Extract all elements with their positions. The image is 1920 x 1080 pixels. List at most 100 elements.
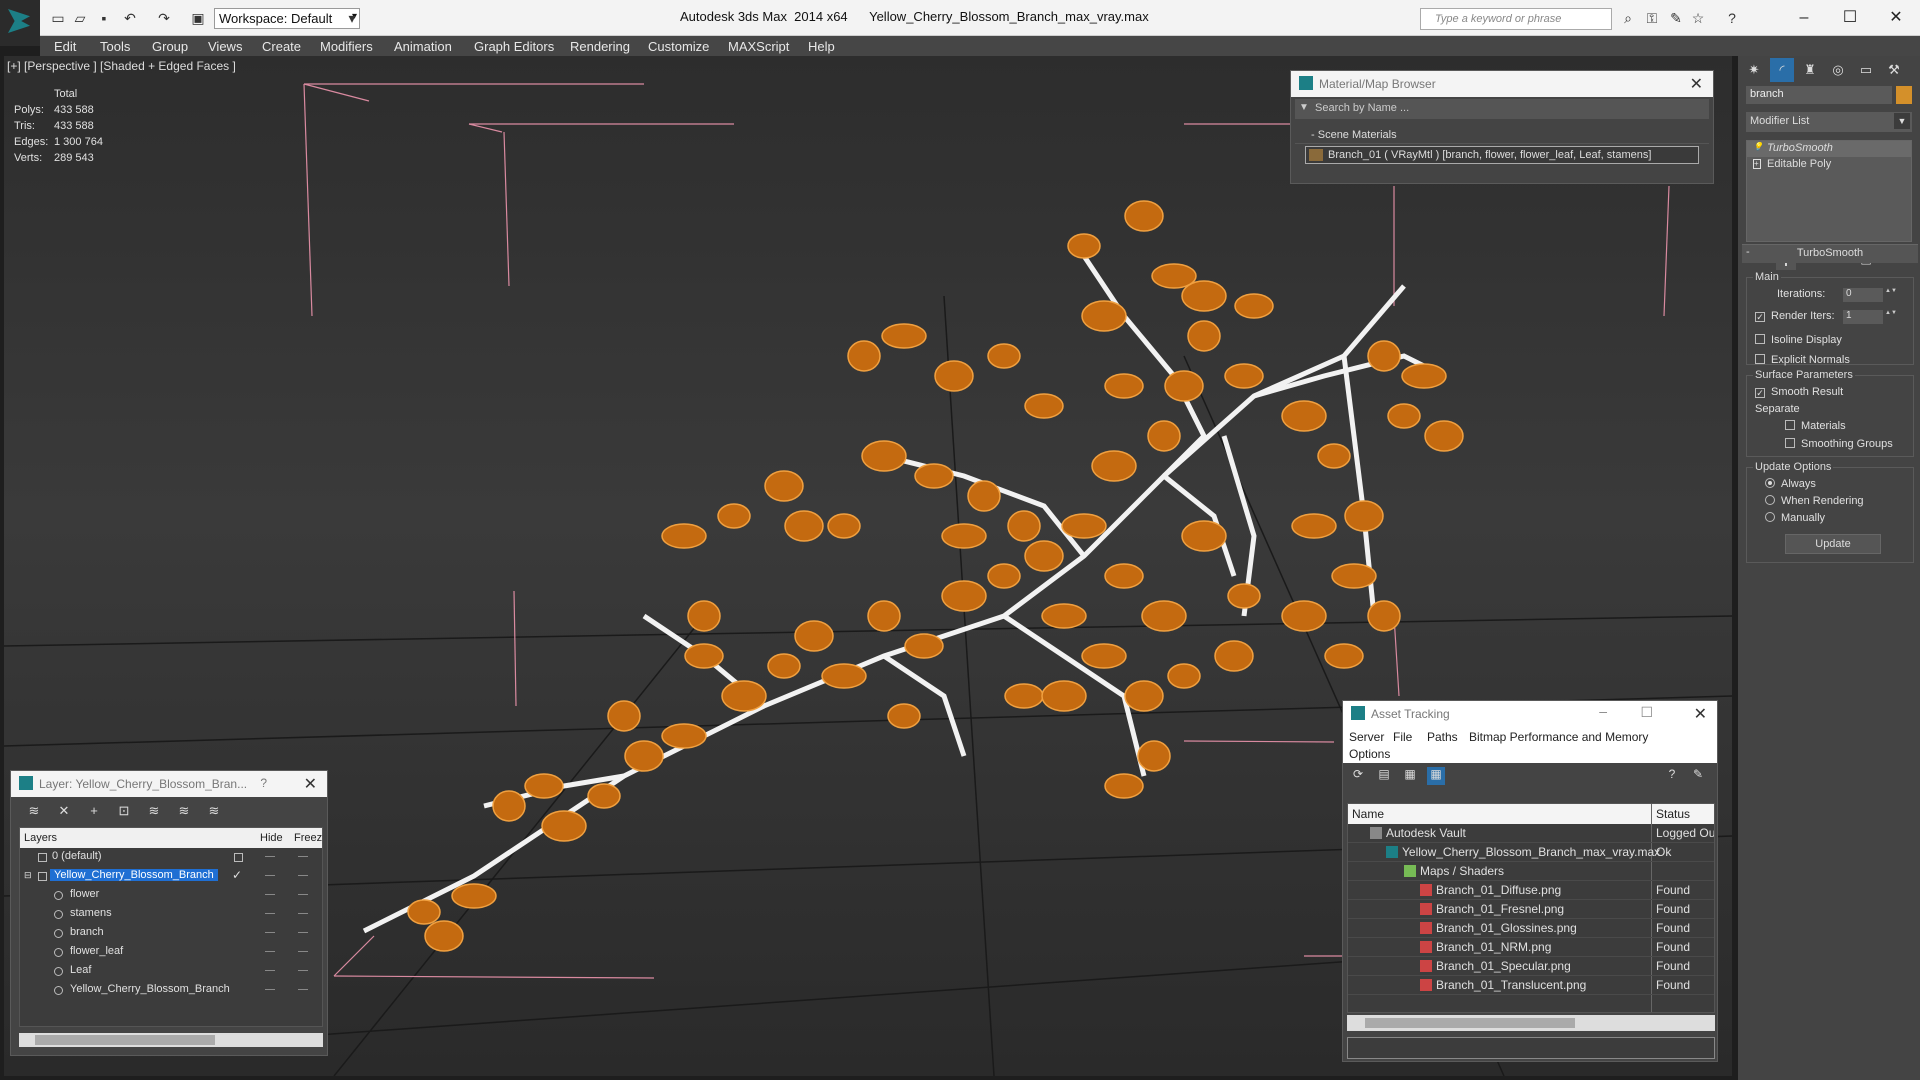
hide-toggle[interactable] [265, 932, 275, 933]
menu-views[interactable]: Views [208, 39, 242, 54]
menu-rendering[interactable]: Rendering [570, 39, 630, 54]
checkmark-icon[interactable]: ✓ [232, 868, 242, 882]
freeze-toggle[interactable] [298, 894, 308, 895]
list-view-icon[interactable]: ▤ [1375, 767, 1393, 785]
update-when-rendering-radio[interactable]: When Rendering [1765, 495, 1864, 507]
spinner-arrows-icon[interactable]: ▲▼ [1885, 288, 1897, 302]
thumbnail-view-icon[interactable]: ▦ [1401, 767, 1419, 785]
asset-row[interactable]: Branch_01_Translucent.png Found [1348, 976, 1714, 995]
checkbox-icon[interactable] [1785, 420, 1795, 430]
lightbulb-icon[interactable]: 💡 [1753, 143, 1763, 153]
layer-row[interactable]: Leaf [20, 962, 322, 981]
update-manually-radio[interactable]: Manually [1765, 512, 1825, 524]
hide-all-icon[interactable]: ≋ [175, 803, 193, 821]
minimize-button[interactable]: – [1782, 4, 1826, 32]
minimize-button[interactable]: – [1599, 703, 1607, 719]
collapse-icon[interactable]: ⊟ [24, 870, 33, 880]
modifier-list-dropdown[interactable]: Modifier List ▼ [1746, 112, 1912, 132]
update-button[interactable]: Update [1785, 534, 1881, 554]
menu-help[interactable]: Help [808, 39, 835, 54]
close-icon[interactable]: ✕ [1694, 704, 1707, 724]
hierarchy-tab-icon[interactable]: ♜ [1798, 58, 1822, 82]
table-view-icon[interactable]: ▦ [1427, 767, 1445, 785]
highlight-layer-icon[interactable]: ≋ [145, 803, 163, 821]
maximize-button[interactable]: ☐ [1640, 704, 1653, 721]
app-logo[interactable] [0, 0, 40, 46]
chevron-down-icon[interactable]: ▼ [1299, 102, 1309, 113]
freeze-toggle[interactable] [298, 970, 308, 971]
radio-icon[interactable] [1765, 512, 1775, 522]
close-icon[interactable]: ✕ [1690, 74, 1703, 94]
layer-explorer-titlebar[interactable]: Layer: Yellow_Cherry_Blossom_Bran...? ✕ [11, 771, 327, 797]
utilities-tab-icon[interactable]: ⚒ [1882, 58, 1906, 82]
freeze-toggle[interactable] [298, 932, 308, 933]
asset-menu-bitmap[interactable]: Bitmap Performance and Memory [1469, 730, 1648, 744]
asset-path-field[interactable] [1347, 1037, 1715, 1059]
freeze-toggle[interactable] [298, 856, 308, 857]
col-hide[interactable]: Hide [260, 832, 283, 844]
key-icon[interactable]: ⚿ [1644, 10, 1660, 26]
quick-access-menu-icon[interactable]: ▾ [344, 10, 360, 26]
checkbox-checked-icon[interactable]: ✓ [1755, 388, 1765, 398]
help-icon[interactable]: ? [1724, 10, 1740, 26]
asset-row[interactable]: Maps / Shaders [1348, 862, 1714, 881]
col-freeze[interactable]: Freez [294, 832, 322, 844]
material-item[interactable]: Branch_01 ( VRayMtl ) [branch, flower, f… [1305, 146, 1699, 164]
material-search-input[interactable]: ▼ Search by Name ... [1295, 99, 1709, 119]
checkbox-icon[interactable] [1755, 334, 1765, 344]
help-icon[interactable]: ? [260, 776, 267, 790]
freeze-all-icon[interactable]: ≋ [205, 803, 223, 821]
render-iters-spinner[interactable]: 1 [1843, 310, 1883, 324]
subscription-icon[interactable]: ✎ [1668, 10, 1684, 26]
spinner-arrows-icon[interactable]: ▲▼ [1885, 310, 1897, 324]
expand-icon[interactable]: + [1753, 159, 1761, 169]
smooth-result-row[interactable]: ✓ Smooth Result [1755, 386, 1843, 398]
new-file-icon[interactable]: ▭ [50, 10, 66, 26]
freeze-toggle[interactable] [298, 875, 308, 876]
horizontal-scrollbar[interactable] [19, 1033, 323, 1047]
search-input[interactable]: Type a keyword or phrase [1420, 8, 1612, 30]
asset-row[interactable]: Branch_01_Glossines.png Found [1348, 919, 1714, 938]
explicit-normals-row[interactable]: Explicit Normals [1755, 354, 1850, 366]
layer-row[interactable]: ⊟ Yellow_Cherry_Blossom_Branch ✓ [20, 867, 322, 886]
save-icon[interactable]: ▪ [96, 10, 112, 26]
viewport-label[interactable]: [+] [Perspective ] [Shaded + Edged Faces… [7, 59, 236, 73]
refresh-icon[interactable]: ⟳ [1349, 767, 1367, 785]
radio-selected-icon[interactable] [1765, 478, 1775, 488]
select-layer-icon[interactable]: ⊡ [115, 803, 133, 821]
separate-smoothing-groups-row[interactable]: Smoothing Groups [1785, 438, 1893, 450]
active-layer-icon[interactable] [234, 853, 243, 862]
layer-row[interactable]: Yellow_Cherry_Blossom_Branch [20, 981, 322, 1000]
asset-menu-paths[interactable]: Paths [1427, 730, 1458, 744]
display-tab-icon[interactable]: ▭ [1854, 58, 1878, 82]
maximize-button[interactable]: ☐ [1828, 4, 1872, 32]
hide-toggle[interactable] [265, 856, 275, 857]
hide-toggle[interactable] [265, 894, 275, 895]
stack-item-editable-poly[interactable]: + Editable Poly [1747, 157, 1911, 173]
scene-materials-header[interactable]: - Scene Materials [1295, 123, 1709, 144]
isoline-display-row[interactable]: Isoline Display [1755, 334, 1842, 346]
rollout-header[interactable]: - TurboSmooth [1742, 245, 1918, 263]
asset-row[interactable]: Branch_01_Diffuse.png Found [1348, 881, 1714, 900]
hide-toggle[interactable] [265, 875, 275, 876]
binoculars-icon[interactable]: ⌕ [1620, 10, 1636, 26]
open-file-icon[interactable]: ▱ [72, 10, 88, 26]
help-icon[interactable]: ? [1663, 767, 1681, 785]
update-always-radio[interactable]: Always [1765, 478, 1816, 490]
layer-row[interactable]: stamens [20, 905, 322, 924]
object-color-swatch[interactable] [1896, 86, 1912, 104]
menu-group[interactable]: Group [152, 39, 188, 54]
checkbox-checked-icon[interactable]: ✓ [1755, 312, 1765, 322]
modify-tab-icon[interactable]: ◜ [1770, 58, 1794, 82]
freeze-toggle[interactable] [298, 989, 308, 990]
checkbox-icon[interactable] [1755, 354, 1765, 364]
iterations-spinner[interactable]: 0 [1843, 288, 1883, 302]
menu-modifiers[interactable]: Modifiers [320, 39, 373, 54]
horizontal-scrollbar[interactable] [1347, 1015, 1715, 1031]
checkbox-icon[interactable] [1785, 438, 1795, 448]
freeze-toggle[interactable] [298, 913, 308, 914]
col-layers[interactable]: Layers [24, 832, 57, 844]
motion-tab-icon[interactable]: ◎ [1826, 58, 1850, 82]
undo-icon[interactable]: ↶ [122, 10, 138, 26]
create-layer-icon[interactable]: ≋ [25, 803, 43, 821]
